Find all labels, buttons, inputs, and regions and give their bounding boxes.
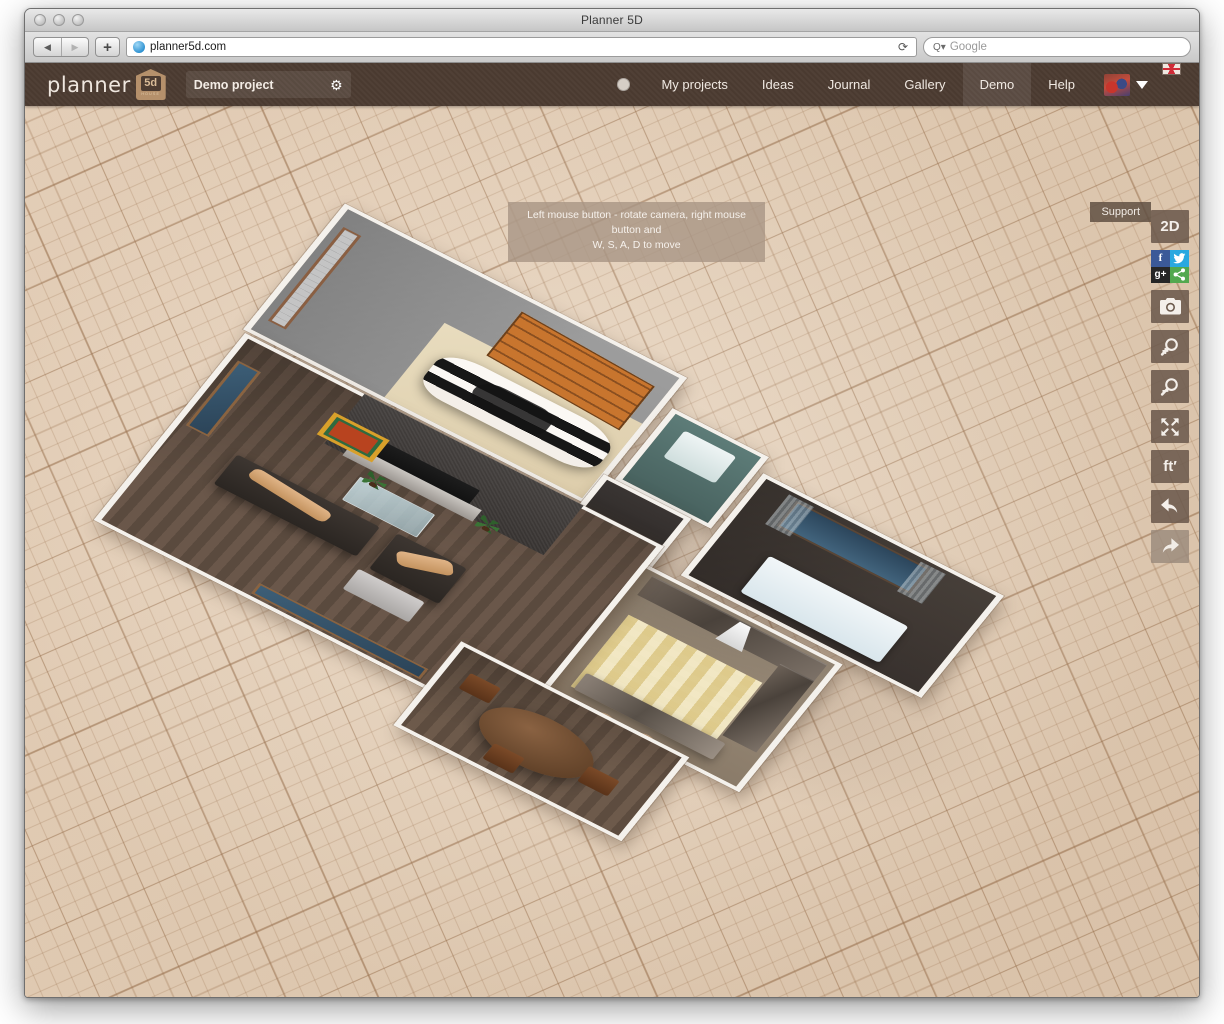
desktop-backdrop: Planner 5D ◀ ▶ + planner5d.com ⟳ Q▾ Goog… xyxy=(0,0,1224,1024)
minimize-window-button[interactable] xyxy=(53,14,65,26)
fullscreen-button[interactable] xyxy=(1151,410,1189,443)
nav-item-help[interactable]: Help xyxy=(1031,63,1092,106)
zoom-out-button[interactable] xyxy=(1151,370,1189,403)
uk-flag-icon[interactable] xyxy=(1162,63,1181,75)
logo-house-badge: 5d HOUSE xyxy=(136,69,166,100)
browser-toolbar: ◀ ▶ + planner5d.com ⟳ Q▾ Google xyxy=(25,32,1199,63)
app-header: planner 5d HOUSE Demo project ⚙ My proje… xyxy=(25,63,1199,106)
address-bar[interactable]: planner5d.com ⟳ xyxy=(126,37,917,57)
project-name-text: Demo project xyxy=(194,78,274,92)
window-controls[interactable] xyxy=(34,14,84,26)
undo-button[interactable] xyxy=(1151,490,1189,523)
planner5d-logo[interactable]: planner 5d HOUSE xyxy=(47,69,166,100)
nav-item-journal[interactable]: Journal xyxy=(811,63,888,106)
back-button[interactable]: ◀ xyxy=(34,38,61,56)
reload-icon[interactable]: ⟳ xyxy=(898,40,910,54)
url-text: planner5d.com xyxy=(150,41,226,53)
browser-titlebar: Planner 5D xyxy=(25,9,1199,32)
search-placeholder: Google xyxy=(950,41,987,53)
search-icon: Q▾ xyxy=(933,42,946,53)
dining-chair-1[interactable] xyxy=(458,672,501,703)
notifications-dot-icon[interactable] xyxy=(597,63,644,106)
nav-item-demo[interactable]: Demo xyxy=(963,63,1032,106)
logo-wordmark: planner xyxy=(47,73,131,97)
dot-circle-icon xyxy=(617,78,630,91)
project-name-field[interactable]: Demo project ⚙ xyxy=(186,71,351,98)
main-navigation: My projects Ideas Journal Gallery Demo H… xyxy=(597,63,1199,106)
nav-item-ideas[interactable]: Ideas xyxy=(745,63,811,106)
chevron-down-icon[interactable] xyxy=(1136,81,1148,89)
logo-badge-text: 5d xyxy=(141,76,161,91)
googleplus-icon[interactable]: g+ xyxy=(1151,267,1170,284)
twitter-icon[interactable] xyxy=(1170,250,1189,267)
new-tab-button[interactable]: + xyxy=(95,37,120,57)
window-title: Planner 5D xyxy=(25,13,1199,27)
camera-controls-hint: Left mouse button - rotate camera, right… xyxy=(508,202,765,262)
planner5d-app: planner 5d HOUSE Demo project ⚙ My proje… xyxy=(25,63,1199,997)
navigation-buttons: ◀ ▶ xyxy=(33,37,89,57)
viewport-toolbar: 2D f g+ xyxy=(1151,210,1189,563)
facebook-icon[interactable]: f xyxy=(1151,250,1170,267)
camera-snapshot-button[interactable] xyxy=(1151,290,1189,323)
3d-viewport[interactable]: Left mouse button - rotate camera, right… xyxy=(25,106,1199,997)
close-window-button[interactable] xyxy=(34,14,46,26)
camera-hint-line-2: W, S, A, D to move xyxy=(516,238,757,253)
avatar[interactable] xyxy=(1104,74,1130,96)
support-button[interactable]: Support xyxy=(1090,202,1151,222)
zoom-in-button[interactable] xyxy=(1151,330,1189,363)
units-toggle-button[interactable]: ft′ xyxy=(1151,450,1189,483)
gear-icon[interactable]: ⚙ xyxy=(330,78,343,92)
nav-item-my-projects[interactable]: My projects xyxy=(644,63,744,106)
social-share-block[interactable]: f g+ xyxy=(1151,250,1189,283)
forward-button[interactable]: ▶ xyxy=(61,38,88,56)
view-2d-button[interactable]: 2D xyxy=(1151,210,1189,243)
logo-badge-subtext: HOUSE xyxy=(141,93,160,97)
redo-button[interactable] xyxy=(1151,530,1189,563)
bathtub[interactable] xyxy=(663,430,736,483)
nav-item-gallery[interactable]: Gallery xyxy=(887,63,962,106)
browser-search-input[interactable]: Q▾ Google xyxy=(923,37,1191,57)
globe-icon xyxy=(133,41,145,53)
user-menu[interactable] xyxy=(1092,63,1158,106)
camera-hint-line-1: Left mouse button - rotate camera, right… xyxy=(516,208,757,238)
maximize-window-button[interactable] xyxy=(72,14,84,26)
browser-window: Planner 5D ◀ ▶ + planner5d.com ⟳ Q▾ Goog… xyxy=(24,8,1200,998)
share-icon[interactable] xyxy=(1170,267,1189,284)
